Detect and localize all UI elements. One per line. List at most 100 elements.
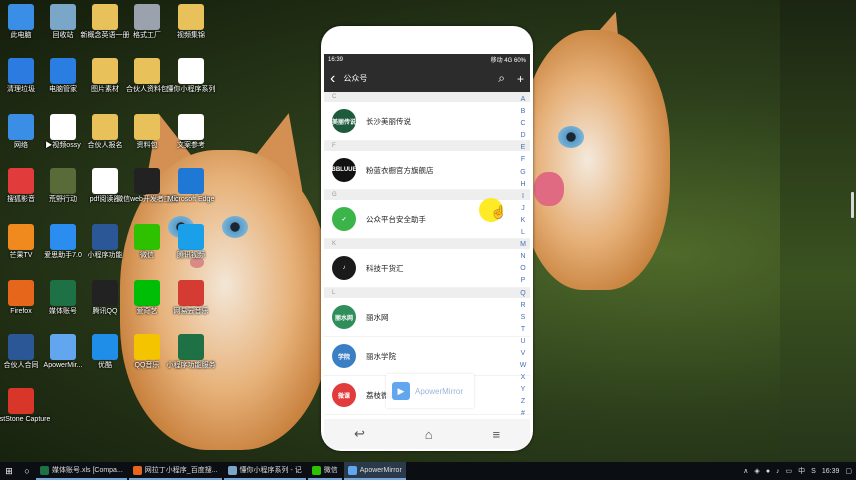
account-row[interactable]: BBLUUE 粉蓝衣橱官方旗舰店 [324,151,530,190]
add-icon[interactable]: + [517,72,524,86]
alphabet-index-letter[interactable]: D [520,130,525,142]
alphabet-index-letter[interactable]: Z [521,396,525,408]
desktop-icon[interactable]: Microsoft Edge [163,168,219,204]
menu-nav-icon[interactable]: ≡ [492,427,500,442]
desktop-icon[interactable]: 小程序功能服务 [163,334,219,370]
alphabet-index-letter[interactable]: K [521,215,526,227]
desktop-icon-label: 此电脑 [10,32,32,39]
firefox-icon [8,280,34,306]
desktop-icon[interactable]: FastStone Capture [0,388,50,424]
folder-icon [134,58,160,84]
taskbar-app-button[interactable]: ApowerMirror [343,462,406,480]
alphabet-index-letter[interactable]: F [521,154,525,166]
alphabet-index-letter[interactable]: H [520,179,525,191]
desktop-icon-label: 合伙人合同 [3,362,39,369]
home-nav-icon[interactable]: ⌂ [425,427,433,442]
alphabet-index-letter[interactable]: B [521,106,526,118]
desktop-icon[interactable]: 腾讯视频 [163,224,219,260]
netease-music-icon [178,280,204,306]
alphabet-index-letter[interactable]: I [522,191,524,203]
alphabet-index-letter[interactable]: L [521,227,525,239]
side-panel-handle[interactable] [851,192,854,218]
alphabet-index-letter[interactable]: S [521,312,526,324]
taskbar-app-button[interactable]: 网拉丁小程序_百度搜... [128,462,222,480]
official-accounts-list[interactable]: C 美丽传说 长沙美丽传说 F BBLUUE 粉蓝衣橱官方旗舰店 G ✓ 公众平台安全助手 K ♪ 科… [324,92,530,419]
alphabet-index-letter[interactable]: N [520,251,525,263]
alphabet-index-letter[interactable]: J [521,203,525,215]
taskbar-app-button[interactable]: 媒体账号.xls [Compa... [36,462,127,480]
qq-music-icon [134,334,160,360]
desktop-icon[interactable]: 懂你小程序系列 [163,58,219,94]
taskbar-app-button[interactable]: 懂你小程序系列 - 记 [223,462,306,480]
alphabet-index-letter[interactable]: P [521,275,526,287]
alphabet-index[interactable]: A B C D E F G H I J K L M N O P Q R S T U V W X Y Z # [518,94,528,421]
account-name: 丽水网 [366,312,389,322]
account-name: 长沙美丽传说 [366,116,411,126]
alphabet-index-letter[interactable]: O [520,263,525,275]
chevron-up-icon[interactable]: ∧ [743,467,748,475]
wallpaper-background-foliage [780,0,856,462]
shield-icon[interactable]: ◈ [754,467,759,475]
folder-icon [134,114,160,140]
network-tray-icon[interactable]: ▭ [786,467,793,475]
alphabet-index-letter[interactable]: W [520,360,527,372]
wechat-tray-icon[interactable]: ● [766,468,770,475]
section-header: K [324,239,530,249]
taskbar-apps: 媒体账号.xls [Compa... 网拉丁小程序_百度搜... 懂你小程序系列 -… [36,462,408,480]
edge-icon [178,168,204,194]
desktop-icon[interactable]: 网易云音乐 [163,280,219,316]
alphabet-index-letter[interactable]: Q [520,288,525,300]
desktop-icon-label: 网易云音乐 [173,308,209,315]
clock[interactable]: 16:39 [822,468,840,475]
windows-start-icon[interactable]: ⊞ [0,462,18,480]
desktop-icon-label: 格式工厂 [133,32,161,39]
kitten-right [520,30,670,290]
ime-icon[interactable]: S [811,468,816,475]
watermark-text: ApowerMirror [415,386,464,396]
alphabet-index-letter[interactable]: V [521,348,526,360]
desktop-icon-label: QQ音乐 [134,362,160,369]
phone-status-indicators: 移动 4G 60% [490,58,526,64]
input-language[interactable]: 中 [798,466,805,476]
alphabet-index-letter[interactable]: M [520,239,526,251]
taskbar-app-button[interactable]: 微信 [307,462,342,480]
alphabet-index-letter[interactable]: A [521,94,526,106]
taskbar-app-icon [132,465,142,475]
section-header: F [324,141,530,151]
apowermirror-logo-icon: ▶ [392,382,410,400]
alphabet-index-letter[interactable]: R [520,300,525,312]
desktop-icon-label: 荒野行动 [49,196,77,203]
document-icon [178,114,204,140]
section-header: L [324,288,530,298]
back-nav-icon[interactable]: ↩ [354,426,365,442]
document-icon [178,58,204,84]
network-icon [8,114,34,140]
alphabet-index-letter[interactable]: T [521,324,525,336]
alphabet-index-letter[interactable]: E [521,142,526,154]
search-icon[interactable]: ⌕ [498,71,505,86]
youku-icon [92,334,118,360]
desktop-icon-label: 合伙人资料包 [126,86,168,93]
account-row[interactable]: ♪ 科技干货汇 [324,249,530,288]
account-row[interactable]: 美丽传说 长沙美丽传说 [324,102,530,141]
alphabet-index-letter[interactable]: G [520,167,525,179]
alphabet-index-letter[interactable]: C [520,118,525,130]
phone-bottom-nav: ↩ ⌂ ≡ [324,419,530,449]
taskbar-app-label: ApowerMirror [359,466,402,474]
account-avatar: ✓ [332,207,356,231]
volume-icon[interactable]: ♪ [776,468,780,475]
alphabet-index-letter[interactable]: U [520,336,525,348]
cortana-icon[interactable]: ○ [18,462,36,480]
kitten-eye [222,216,248,238]
desktop-icon-label: 图片素材 [91,86,119,93]
taskbar-app-icon [347,465,357,475]
account-row[interactable]: 学院 丽水学院 [324,337,530,376]
alphabet-index-letter[interactable]: X [521,372,526,384]
alphabet-index-letter[interactable]: Y [521,384,526,396]
account-row[interactable]: 丽水网 丽水网 [324,298,530,337]
tencent-video-icon [178,224,204,250]
desktop-icon[interactable]: 视频集锦 [163,4,219,40]
back-arrow-icon[interactable]: ‹ [330,70,335,88]
notification-icon[interactable]: ▢ [845,467,852,475]
desktop-icon[interactable]: 文案参考 [163,114,219,150]
